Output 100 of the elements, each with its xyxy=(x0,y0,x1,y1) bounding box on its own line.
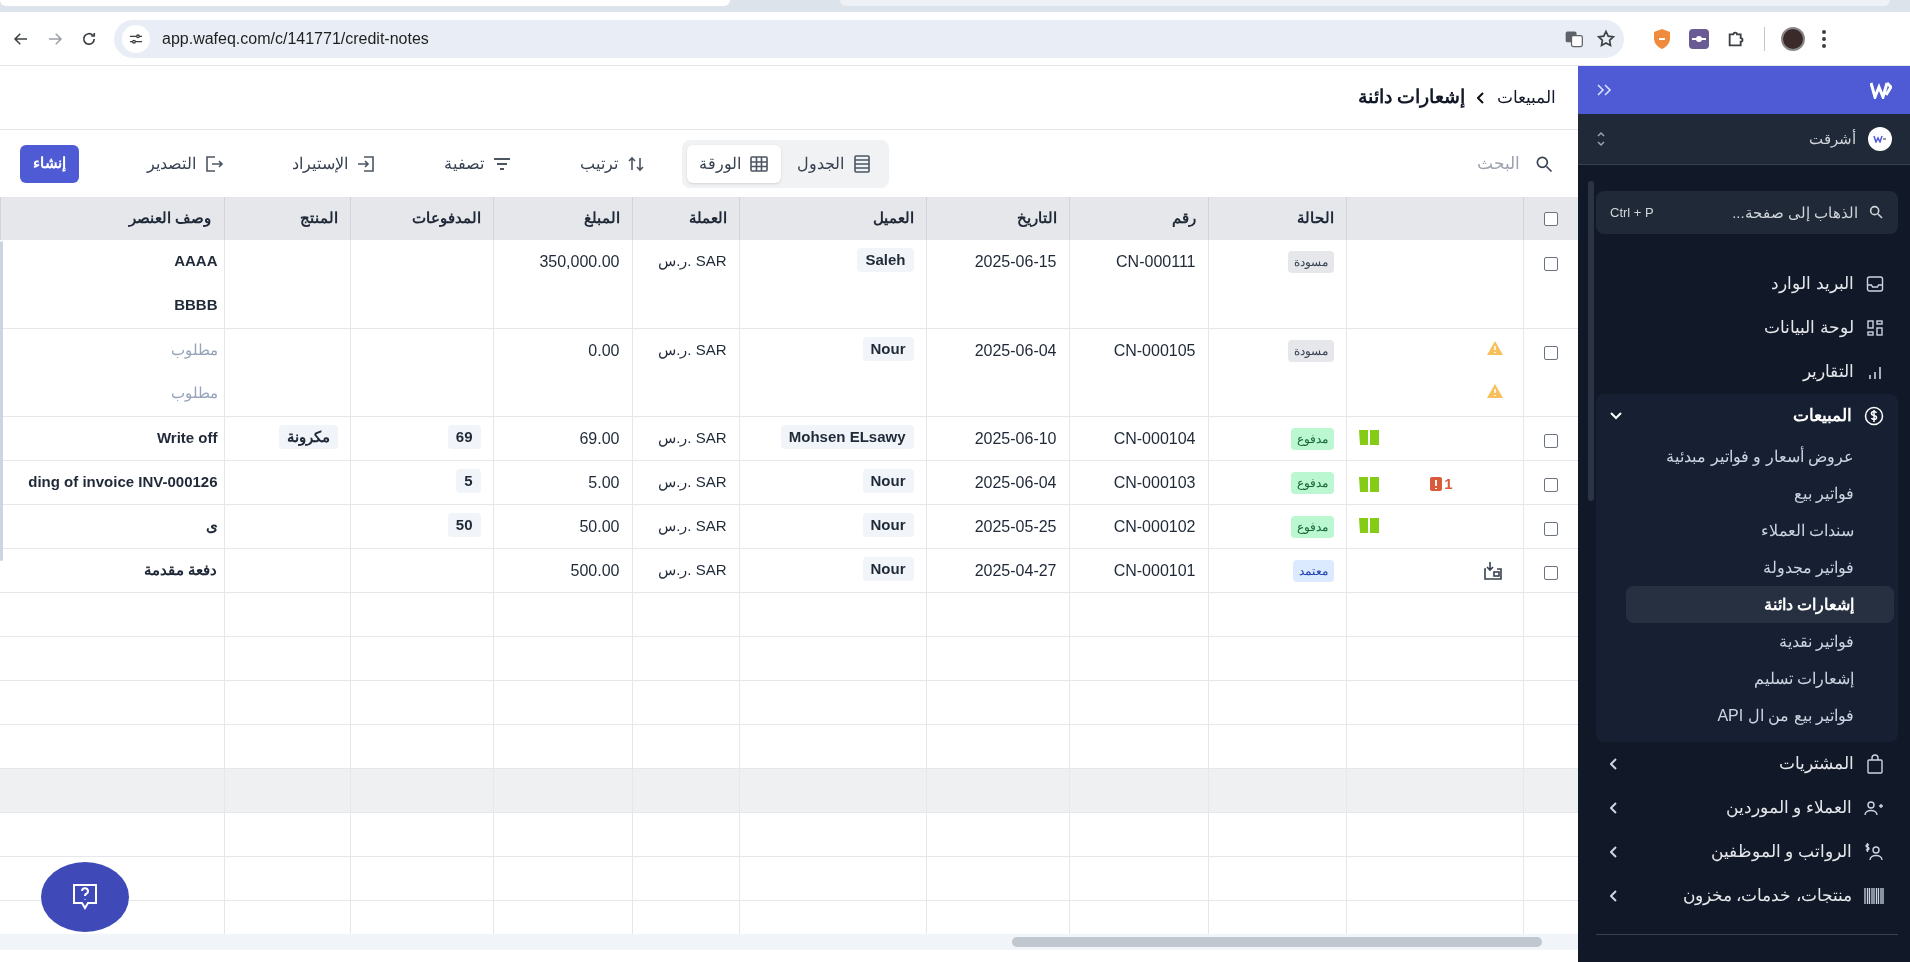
dashboard-icon xyxy=(1866,319,1884,337)
url-text: app.wafeq.com/c/141771/credit-notes xyxy=(162,28,430,49)
users-icon xyxy=(1864,799,1884,817)
description-cell: ى xyxy=(205,516,218,534)
column-header[interactable]: المدفوعات xyxy=(411,209,481,227)
checkbox[interactable] xyxy=(1543,477,1558,492)
date-cell: 2025-06-10 xyxy=(974,429,1057,447)
description-cell: مطلوب xyxy=(170,340,218,358)
amount-cell: 500.00 xyxy=(570,561,620,579)
barcode-icon xyxy=(1864,888,1884,904)
book-icon xyxy=(1358,428,1379,445)
breadcrumb-link[interactable]: المبيعات xyxy=(1497,84,1556,111)
description-cell: Write off xyxy=(156,428,218,446)
shopping-bag-icon xyxy=(1866,754,1884,774)
checkbox[interactable] xyxy=(1543,565,1558,580)
column-header[interactable]: التاريخ xyxy=(1016,209,1057,227)
status-badge: مدفوع xyxy=(1290,515,1334,538)
org-name[interactable]: أشرقت xyxy=(1809,127,1856,151)
column-header[interactable]: المنتج xyxy=(299,209,338,227)
dollar-icon xyxy=(1864,406,1884,426)
nav-subitem[interactable]: سندات العملاء xyxy=(1626,512,1894,549)
profile-avatar[interactable] xyxy=(1781,26,1805,51)
view-tab[interactable]: الجدول xyxy=(785,144,884,183)
column-header[interactable]: رقم xyxy=(1171,209,1196,227)
nav-subitem[interactable]: عروض أسعار و فواتير مبدئية xyxy=(1626,438,1894,475)
nav-item[interactable]: العملاء و الموردين xyxy=(1596,786,1898,830)
search-field[interactable]: البحث xyxy=(1258,143,1558,184)
column-header[interactable]: العميل xyxy=(872,209,914,227)
logo-icon xyxy=(1870,81,1892,99)
search-icon xyxy=(1868,204,1884,220)
switch-icon[interactable] xyxy=(1596,130,1606,148)
create-button[interactable]: إنشاء xyxy=(20,144,79,183)
currency-cell-text: ر.س. SAR xyxy=(658,427,727,449)
chevron-left-icon xyxy=(1610,846,1618,858)
credit-note-number: CN-000105 xyxy=(1113,341,1196,359)
nav-item[interactable]: التقارير xyxy=(1596,350,1898,394)
chevron-icon xyxy=(1477,91,1485,104)
star-icon[interactable] xyxy=(1596,28,1616,49)
shield-icon[interactable] xyxy=(1652,27,1672,50)
date-cell: 2025-04-27 xyxy=(974,561,1057,579)
customer-chip: Nour xyxy=(862,512,914,537)
checkbox[interactable] xyxy=(1543,433,1558,448)
column-header[interactable]: الحالة xyxy=(1296,209,1334,227)
nav-item[interactable]: المبيعات xyxy=(1596,394,1898,438)
status-badge: مسودة xyxy=(1287,251,1334,273)
credit-note-number: CN-000101 xyxy=(1113,561,1196,579)
nav-item[interactable]: المشتريات xyxy=(1596,742,1898,786)
chevron-left-icon xyxy=(1610,758,1618,770)
toolbar-button[interactable]: الإستيراد xyxy=(280,144,388,183)
sidebar-scrollbar[interactable] xyxy=(1588,181,1594,501)
toolbar-button[interactable]: التصدير xyxy=(135,144,236,183)
credit-note-number: CN-000103 xyxy=(1113,473,1196,491)
horizontal-scrollbar[interactable] xyxy=(0,934,1578,950)
column-header[interactable]: المبلغ xyxy=(583,209,620,227)
status-badge: مسودة xyxy=(1287,339,1334,362)
currency-cell-text: ر.س. SAR xyxy=(658,471,727,493)
book-icon xyxy=(1358,516,1379,533)
column-header[interactable]: وصف العنصر xyxy=(129,209,212,227)
checkbox[interactable] xyxy=(1543,521,1558,536)
nav-subitem[interactable]: فواتير بيع من ال API xyxy=(1626,697,1894,734)
expand-icon[interactable] xyxy=(1596,83,1612,97)
nav-item[interactable]: لوحة البيانات xyxy=(1596,306,1898,350)
export-icon xyxy=(204,153,224,174)
nav-item[interactable]: الرواتب و الموظفين xyxy=(1596,830,1898,874)
currency-cell-text: ر.س. SAR xyxy=(658,559,727,581)
customer-chip: Mohsen ELsawy xyxy=(780,424,914,449)
address-bar[interactable]: app.wafeq.com/c/141771/credit-notes xyxy=(114,19,1624,58)
payment-chip: 50 xyxy=(447,512,481,537)
product-chip: مكرونة xyxy=(278,424,338,449)
customer-chip: Saleh xyxy=(857,248,914,272)
description-cell: ding of invoice INV-000126 xyxy=(28,472,218,490)
checkbox[interactable] xyxy=(1543,345,1558,360)
download-tray-icon xyxy=(1482,560,1503,581)
description-cell: BBBB xyxy=(174,296,218,313)
toolbar-button[interactable]: تصفية xyxy=(432,144,524,183)
book-icon xyxy=(1358,475,1379,492)
scrollbar-thumb[interactable] xyxy=(1012,937,1542,947)
page-title: إشعارات دائنة xyxy=(1357,85,1465,110)
nav-subitem[interactable]: إشعارات دائنة xyxy=(1626,586,1894,623)
extension-icon[interactable] xyxy=(1688,27,1710,50)
checkbox[interactable] xyxy=(1543,212,1558,227)
nav-subitem[interactable]: إشعارات تسليم xyxy=(1626,660,1894,697)
toolbar-button[interactable]: ترتيب xyxy=(568,144,658,183)
view-tab[interactable]: الورقة xyxy=(687,144,781,183)
nav-subitem[interactable]: فواتير نقدية xyxy=(1626,623,1894,660)
vertical-scrollbar[interactable] xyxy=(0,241,3,561)
column-header[interactable]: العملة xyxy=(688,209,727,227)
checkbox[interactable] xyxy=(1543,257,1558,272)
nav-item[interactable]: البريد الوارد xyxy=(1596,262,1898,306)
payment-chip: 5 xyxy=(456,468,481,493)
error-count[interactable]: 1 xyxy=(1430,472,1453,495)
site-info-icon[interactable] xyxy=(122,24,150,53)
customer-chip: Nour xyxy=(862,556,914,581)
amount-cell: 350,000.00 xyxy=(539,253,620,270)
nav-subitem[interactable]: فواتير بيع xyxy=(1626,475,1894,512)
nav-item[interactable]: منتجات، خدمات، مخزون xyxy=(1596,874,1898,918)
nav-subitem[interactable]: فواتير مجدولة xyxy=(1626,549,1894,586)
description-cell: AAAA xyxy=(174,252,218,269)
credit-note-number: CN-000104 xyxy=(1113,429,1196,447)
menu-icon[interactable] xyxy=(1821,28,1827,49)
